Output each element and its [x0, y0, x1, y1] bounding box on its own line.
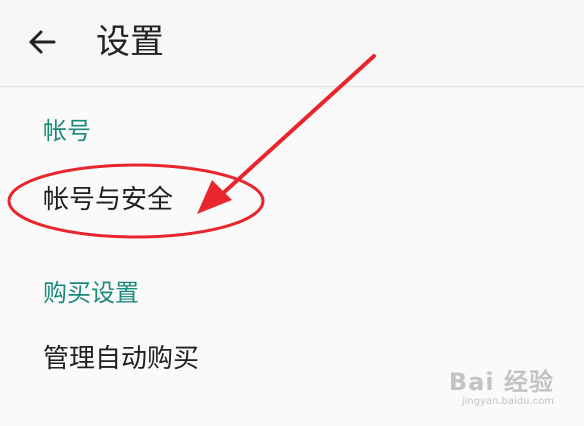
back-arrow-icon — [29, 30, 56, 54]
back-button[interactable] — [20, 20, 64, 64]
settings-screen: 设置 帐号 帐号与安全 购买设置 管理自动购买 Bai 经验 jingyan.b… — [0, 0, 584, 426]
pointer-arrow-head — [197, 180, 232, 214]
page-title: 设置 — [96, 22, 164, 62]
setting-item-account-security[interactable]: 帐号与安全 — [43, 182, 173, 218]
section-header-account: 帐号 — [43, 117, 91, 145]
section-header-purchase-settings: 购买设置 — [43, 279, 139, 307]
watermark-main-text: Bai 经验 — [448, 368, 554, 396]
setting-item-manage-auto-purchase[interactable]: 管理自动购买 — [43, 341, 199, 377]
baidu-jingyan-watermark: Bai 经验 jingyan.baidu.com — [449, 368, 554, 408]
app-bar: 设置 — [0, 0, 584, 87]
watermark-sub-text: jingyan.baidu.com — [461, 396, 554, 407]
